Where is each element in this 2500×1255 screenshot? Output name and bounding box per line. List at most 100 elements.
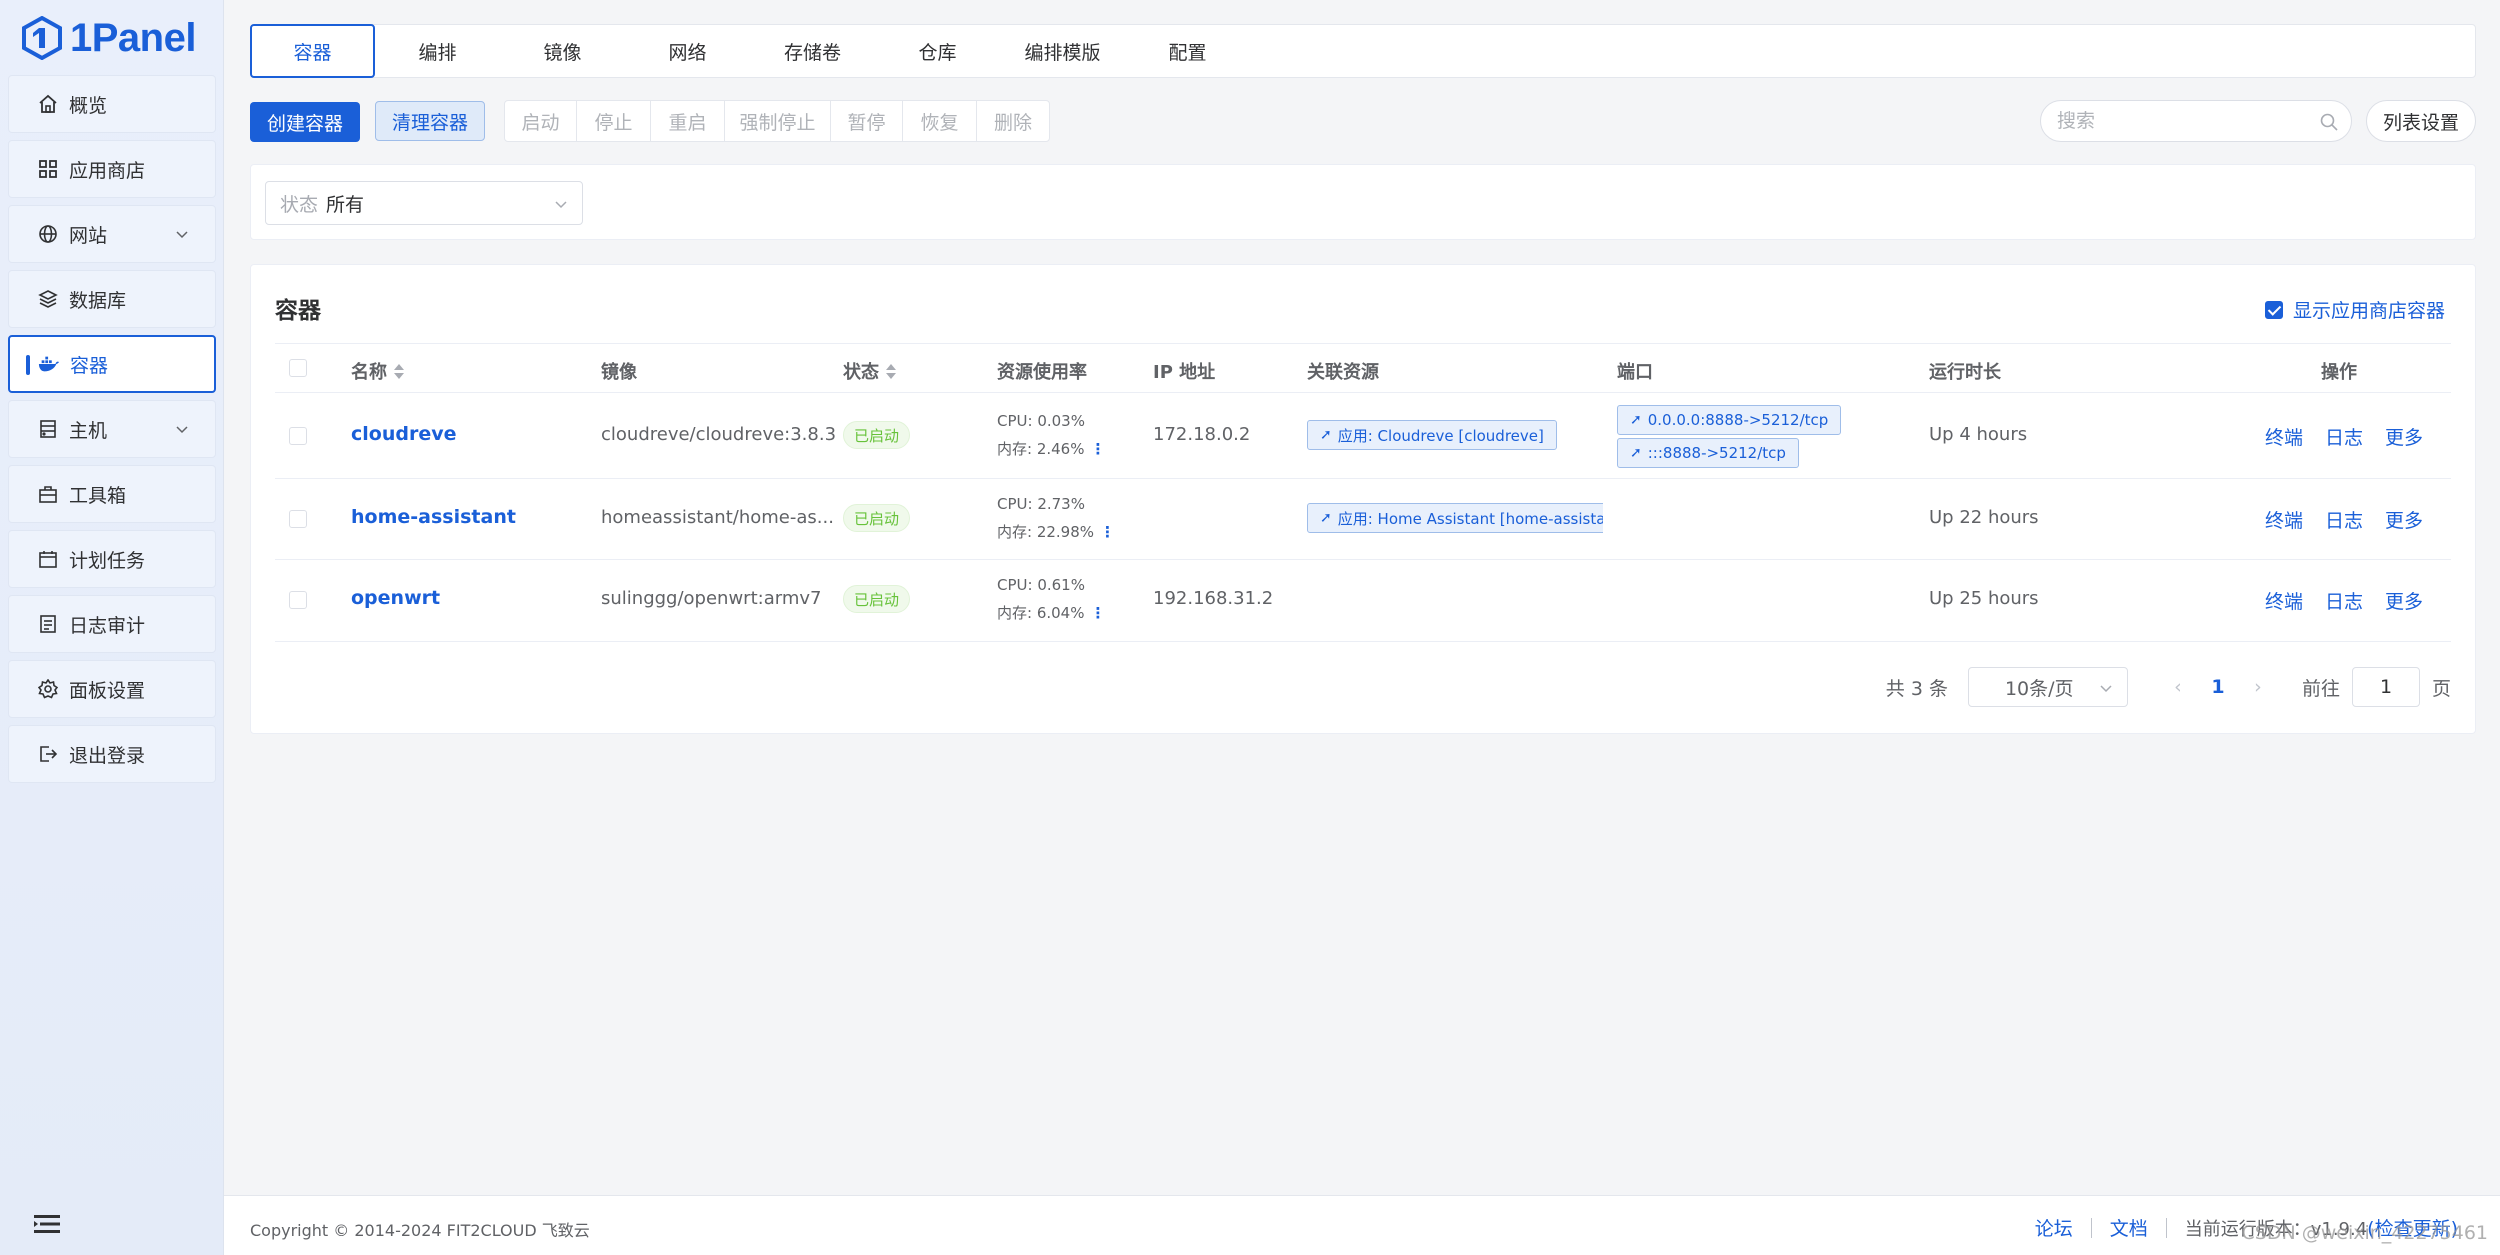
more-link[interactable]: 更多 xyxy=(2385,423,2423,450)
sidebar-item-settings[interactable]: 面板设置 xyxy=(8,660,216,718)
sidebar-item-logout[interactable]: 退出登录 xyxy=(8,725,216,783)
resume-button[interactable]: 恢复 xyxy=(903,101,977,141)
sidebar-item-logs[interactable]: 日志审计 xyxy=(8,595,216,653)
total-count: 共 3 条 xyxy=(1885,677,1948,700)
more-link[interactable]: 更多 xyxy=(2385,506,2423,533)
sidebar-item-database[interactable]: 数据库 xyxy=(8,270,216,328)
resource-usage: CPU: 0.61% 内存: 6.04% ⋮ xyxy=(997,571,1105,627)
grid-icon xyxy=(37,158,59,180)
sidebar-item-toolbox[interactable]: 工具箱 xyxy=(8,465,216,523)
logo[interactable]: 1Panel xyxy=(20,10,196,66)
show-app-containers-toggle[interactable]: 显示应用商店容器 xyxy=(2264,296,2445,323)
sort-icon[interactable] xyxy=(885,362,897,380)
page-number[interactable]: 1 xyxy=(2198,676,2238,698)
stop-button[interactable]: 停止 xyxy=(577,101,651,141)
filter-card: 状态 所有 xyxy=(250,164,2476,240)
log-icon xyxy=(37,613,59,635)
start-button[interactable]: 启动 xyxy=(505,101,577,141)
sidebar-item-cron[interactable]: 计划任务 xyxy=(8,530,216,588)
container-name-link[interactable]: cloudreve xyxy=(351,423,456,445)
tab-config[interactable]: 配置 xyxy=(1125,24,1250,78)
show-app-checkbox[interactable] xyxy=(2264,300,2283,319)
pause-button[interactable]: 暂停 xyxy=(831,101,903,141)
tab-repo[interactable]: 仓库 xyxy=(875,24,1000,78)
chevron-down-icon xyxy=(176,426,188,434)
sidebar-item-website[interactable]: 网站 xyxy=(8,205,216,263)
create-container-button[interactable]: 创建容器 xyxy=(250,102,360,142)
status-filter-label: 状态 xyxy=(280,193,319,216)
docs-link[interactable]: 文档 xyxy=(2110,1214,2148,1241)
terminal-link[interactable]: 终端 xyxy=(2265,423,2303,450)
list-settings-button[interactable]: 列表设置 xyxy=(2366,100,2476,142)
sidebar-item-app-store[interactable]: 应用商店 xyxy=(8,140,216,198)
header-related: 关联资源 xyxy=(1307,362,1379,383)
container-image: sulinggg/openwrt:armv7 xyxy=(601,588,822,609)
log-link[interactable]: 日志 xyxy=(2325,506,2363,533)
status-filter-value: 所有 xyxy=(326,193,365,216)
batch-action-group: 启动 停止 重启 强制停止 暂停 恢复 删除 xyxy=(504,100,1050,142)
tab-compose-template[interactable]: 编排模版 xyxy=(1000,24,1125,78)
select-all-checkbox[interactable] xyxy=(289,359,307,377)
prune-containers-button[interactable]: 清理容器 xyxy=(375,101,485,141)
sidebar-item-label: 退出登录 xyxy=(69,744,146,767)
gear-icon xyxy=(37,678,59,700)
terminal-link[interactable]: 终端 xyxy=(2265,587,2303,614)
logo-hexagon-icon xyxy=(22,16,62,60)
container-uptime: Up 25 hours xyxy=(1929,588,2039,609)
header-status[interactable]: 状态 xyxy=(843,358,897,384)
tab-compose[interactable]: 编排 xyxy=(375,24,500,78)
container-image: homeassistant/home-as... xyxy=(601,507,834,528)
tab-network[interactable]: 网络 xyxy=(625,24,750,78)
menu-collapse-icon[interactable] xyxy=(34,1213,60,1235)
header-uptime: 运行时长 xyxy=(1929,362,2001,383)
page-size-select[interactable]: 10条/页 xyxy=(1967,667,2128,707)
more-link[interactable]: 更多 xyxy=(2385,587,2423,614)
port-tag[interactable]: ➚ 0.0.0.0:8888->5212/tcp xyxy=(1617,405,1842,435)
layers-icon xyxy=(37,288,59,310)
tab-container[interactable]: 容器 xyxy=(250,24,375,78)
log-link[interactable]: 日志 xyxy=(2325,587,2363,614)
related-app-tag[interactable]: ➚ 应用: Home Assistant [home-assistant] xyxy=(1307,503,1603,533)
page-suffix: 页 xyxy=(2431,677,2451,700)
forum-link[interactable]: 论坛 xyxy=(2035,1214,2073,1241)
table-row: cloudreve cloudreve/cloudreve:3.8.3 已启动 … xyxy=(275,393,2451,479)
sidebar-item-label: 面板设置 xyxy=(69,679,146,702)
container-list-card: 容器 显示应用商店容器 名称 镜像 状态 资源使用率 IP 地址 关联资源 端口… xyxy=(250,264,2476,734)
container-name-link[interactable]: home-assistant xyxy=(351,506,516,528)
more-vertical-icon[interactable]: ⋮ xyxy=(1090,599,1105,627)
container-name-link[interactable]: openwrt xyxy=(351,587,440,609)
row-checkbox[interactable] xyxy=(289,427,307,445)
card-title: 容器 xyxy=(275,298,321,324)
row-checkbox[interactable] xyxy=(289,591,307,609)
sidebar-item-container[interactable]: 容器 xyxy=(8,335,216,393)
more-vertical-icon[interactable]: ⋮ xyxy=(1090,435,1105,463)
tab-image[interactable]: 镜像 xyxy=(500,24,625,78)
sidebar-nav: 概览 应用商店 网站 数据库 容器 主机 工具箱 计划任务 日志审计 面板设置 … xyxy=(8,75,216,790)
restart-button[interactable]: 重启 xyxy=(651,101,725,141)
status-filter-select[interactable]: 状态 所有 xyxy=(265,181,583,225)
goto-page-input[interactable]: 1 xyxy=(2351,667,2420,707)
terminal-link[interactable]: 终端 xyxy=(2265,506,2303,533)
port-tag[interactable]: ➚:::8888->5212/tcp xyxy=(1617,438,1799,468)
sidebar-item-label: 容器 xyxy=(70,354,109,377)
force-stop-button[interactable]: 强制停止 xyxy=(725,101,831,141)
related-app-tag[interactable]: ➚ 应用: Cloudreve [cloudreve] xyxy=(1307,420,1557,450)
header-name[interactable]: 名称 xyxy=(351,358,405,384)
more-vertical-icon[interactable]: ⋮ xyxy=(1100,518,1115,546)
search-icon[interactable] xyxy=(2319,112,2339,132)
sidebar-item-host[interactable]: 主机 xyxy=(8,400,216,458)
toolbox-icon xyxy=(37,483,59,505)
next-page-icon[interactable]: › xyxy=(2238,676,2278,698)
search-input[interactable] xyxy=(2057,110,2307,132)
mem-usage: 内存: 2.46% xyxy=(997,440,1085,458)
calendar-icon xyxy=(37,548,59,570)
tab-volume[interactable]: 存储卷 xyxy=(750,24,875,78)
prev-page-icon[interactable]: ‹ xyxy=(2158,676,2198,698)
container-table: 名称 镜像 状态 资源使用率 IP 地址 关联资源 端口 运行时长 操作 clo… xyxy=(275,343,2451,642)
resource-usage: CPU: 2.73% 内存: 22.98% ⋮ xyxy=(997,490,1115,546)
sidebar-item-overview[interactable]: 概览 xyxy=(8,75,216,133)
sort-icon[interactable] xyxy=(393,362,405,380)
row-checkbox[interactable] xyxy=(289,510,307,528)
log-link[interactable]: 日志 xyxy=(2325,423,2363,450)
delete-button[interactable]: 删除 xyxy=(977,101,1049,141)
